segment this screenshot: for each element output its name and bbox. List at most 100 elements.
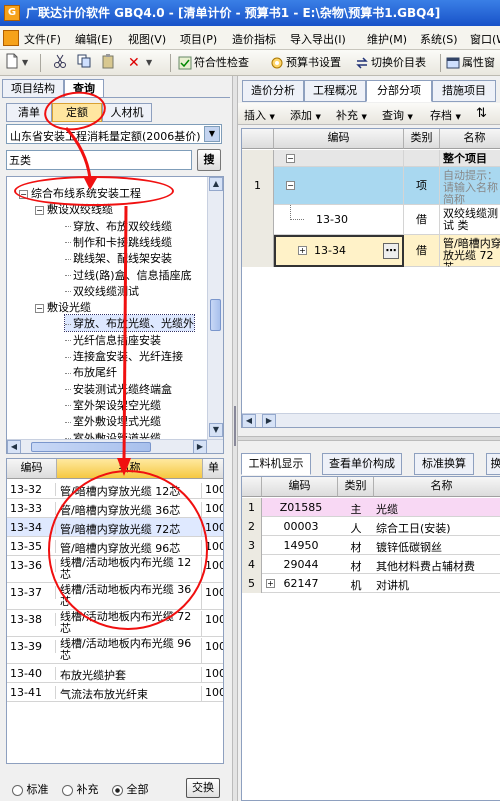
app-menu-icon[interactable] (3, 30, 19, 46)
table-row[interactable]: 1 Z01585 主 光缆 (242, 498, 500, 517)
tab-query[interactable]: 查询 (64, 79, 104, 98)
table-row[interactable]: 13-33 管/暗槽内穿放光缆 36芯 100 (7, 499, 223, 518)
grid-header-type[interactable]: 类别 (338, 477, 374, 497)
code-cell[interactable]: +13-34 ⋯ (274, 235, 404, 267)
menu-cost-index[interactable]: 造价指标 (232, 31, 276, 47)
scroll-right-icon[interactable]: ▶ (262, 414, 276, 427)
tab-unit-price-composition[interactable]: 查看单价构成 (322, 453, 402, 475)
paste-icon[interactable] (100, 53, 116, 73)
name-cell[interactable]: 管/暗槽内穿放光缆 72芯 (443, 235, 500, 268)
tab-sub-items[interactable]: 分部分项 (366, 80, 432, 102)
tree-node[interactable]: − 敷设光缆 (35, 299, 91, 315)
menu-project[interactable]: 项目(P) (180, 31, 217, 47)
tab-labor-material-machine[interactable]: 人材机 (102, 103, 152, 122)
tab-standard-conversion[interactable]: 标准换算 (414, 453, 474, 475)
code-cell[interactable]: 13-30 (274, 205, 404, 235)
scroll-left-icon[interactable]: ◀ (7, 440, 21, 453)
table-row[interactable]: 5 +62147 机对讲机 (242, 574, 500, 593)
code-cell[interactable]: − (274, 167, 404, 205)
tree-node[interactable]: 穿放、布放光缆、光缆外 (64, 314, 195, 333)
scroll-down-icon[interactable]: ▼ (209, 423, 223, 437)
tree-node[interactable]: 过线(路)盒、信息插座底 (65, 267, 192, 283)
search-input[interactable] (6, 150, 192, 170)
supplement-menu-button[interactable]: 补充 ▼ (336, 107, 367, 123)
radio-all[interactable]: 全部 (112, 781, 149, 797)
switch-price-table-button[interactable]: 切换价目表 (355, 53, 426, 73)
menu-import-export[interactable]: 导入导出(I) (290, 31, 346, 47)
scroll-up-icon[interactable]: ▲ (209, 177, 223, 191)
ellipsis-button[interactable]: ⋯ (383, 243, 399, 259)
radio-standard[interactable]: 标准 (12, 781, 49, 797)
grid-header-code[interactable]: 编码 (7, 459, 57, 479)
name-cell[interactable]: 双绞线缆测试 类 (443, 205, 500, 235)
expand-icon[interactable]: + (298, 246, 307, 255)
grid-header-code[interactable]: 编码 (274, 129, 404, 149)
grid-header-name[interactable]: 名称 (440, 129, 500, 149)
table-row[interactable]: 13-39 线槽/活动地板内布光缆 96芯 100 (7, 637, 223, 664)
tab-cost-analysis[interactable]: 造价分析 (242, 80, 304, 102)
query-menu-button[interactable]: 查询 ▼ (382, 107, 413, 123)
grid-header-unit[interactable]: 单 (203, 459, 223, 479)
dropdown-arrow-icon[interactable]: ▼ (146, 53, 152, 73)
tree-hscrollbar-thumb[interactable] (31, 442, 151, 452)
tab-project-overview[interactable]: 工程概况 (304, 80, 366, 102)
tab-quota[interactable]: 定额 (52, 103, 102, 122)
table-row[interactable]: 13-34 管/暗槽内穿放光缆 72芯 100 (7, 518, 223, 537)
table-row[interactable]: 13-35 管/暗槽内穿放光缆 96芯 100 (7, 537, 223, 556)
tab-project-structure[interactable]: 项目结构 (2, 79, 64, 98)
window-title-bar[interactable]: G 广联达计价软件 GBQ4.0 - [清单计价 - 预算书1 - E:\杂物\… (0, 0, 500, 26)
quota-library-select[interactable]: 山东省安装工程消耗量定额(2006基价) ▼ (6, 124, 222, 144)
tree-node[interactable]: 安装测试光缆终端盒 (65, 381, 172, 397)
scroll-right-icon[interactable]: ▶ (193, 440, 207, 453)
swap-button[interactable]: 交换 (186, 778, 220, 798)
menu-view[interactable]: 视图(V) (128, 31, 166, 47)
table-row[interactable]: 13-38 线槽/活动地板内布光缆 72芯 100 (7, 610, 223, 637)
tree-node[interactable]: 连接盒安装、光纤连接 (65, 348, 183, 364)
tab-measures[interactable]: 措施项目 (432, 80, 496, 102)
collapse-icon[interactable]: − (286, 181, 295, 190)
archive-menu-button[interactable]: 存档 ▼ (430, 107, 461, 123)
horizontal-splitter[interactable] (238, 436, 500, 441)
table-row[interactable]: 13-30 借双绞线缆测试 类 (242, 205, 500, 235)
tree-scrollbar-thumb[interactable] (210, 299, 221, 331)
menu-window[interactable]: 窗口(W) (470, 31, 500, 47)
tree-node[interactable]: 室外敷设埋式光缆 (65, 413, 161, 429)
grid-header-type[interactable]: 类别 (404, 129, 440, 149)
tree-node[interactable]: 双绞线缆测试 (65, 283, 139, 299)
menu-maintain[interactable]: 维护(M) (367, 31, 407, 47)
collapse-icon[interactable]: − (35, 303, 44, 313)
tab-conversion[interactable]: 换 (486, 453, 500, 475)
menu-file[interactable]: 文件(F) (24, 31, 61, 47)
chevron-down-icon[interactable]: ▼ (204, 126, 220, 142)
collapse-icon[interactable]: − (286, 153, 295, 163)
collapse-icon[interactable]: − (19, 189, 28, 199)
table-row[interactable]: 4 29044 材 其他材料费占辅材费 (242, 555, 500, 574)
table-row[interactable]: 13-40 布放光缆护套 100 (7, 664, 223, 683)
properties-window-button[interactable]: 属性窗 (446, 53, 495, 73)
new-file-icon[interactable] (4, 53, 20, 73)
copy-icon[interactable] (76, 53, 92, 73)
table-row[interactable]: 2 00003 人 综合工日(安装) (242, 517, 500, 536)
table-row[interactable]: 1 − 项自动提示：请输入名称简称 (242, 167, 500, 205)
collapse-icon[interactable]: − (35, 205, 44, 215)
table-row[interactable]: 13-41 气流法布放光纤束 100 (7, 683, 223, 702)
tree-node[interactable]: 穿放、布放双绞线缆 (65, 218, 172, 234)
project-root-row[interactable]: − 整个项目 (242, 150, 500, 167)
tree-node[interactable]: − 敷设双绞线缆 (35, 201, 113, 217)
code-cell[interactable]: − (274, 150, 404, 167)
delete-icon[interactable]: ✕ (128, 53, 140, 73)
tree-node[interactable]: − 综合布线系统安装工程 (19, 185, 141, 201)
grid-header-name[interactable]: 名称 (374, 477, 500, 497)
menu-edit[interactable]: 编辑(E) (75, 31, 113, 47)
grid-header-code[interactable]: 编码 (262, 477, 338, 497)
budget-settings-button[interactable]: 预算书设置 (270, 53, 341, 73)
table-row[interactable]: 13-36 线槽/活动地板内布光缆 12芯 100 (7, 556, 223, 583)
tab-labor-material-display[interactable]: 工料机显示 (241, 453, 311, 475)
table-row[interactable]: 13-37 线槽/活动地板内布光缆 36芯 100 (7, 583, 223, 610)
insert-menu-button[interactable]: 插入 ▼ (244, 107, 275, 123)
sort-icon[interactable]: ⇅ (476, 106, 487, 121)
tree-node[interactable]: 光纤信息插座安装 (65, 332, 161, 348)
table-row[interactable]: +13-34 ⋯ 借管/暗槽内穿放光缆 72芯 (242, 235, 500, 267)
menu-system[interactable]: 系统(S) (420, 31, 458, 47)
compliance-check-button[interactable]: 符合性检查 (178, 53, 249, 73)
